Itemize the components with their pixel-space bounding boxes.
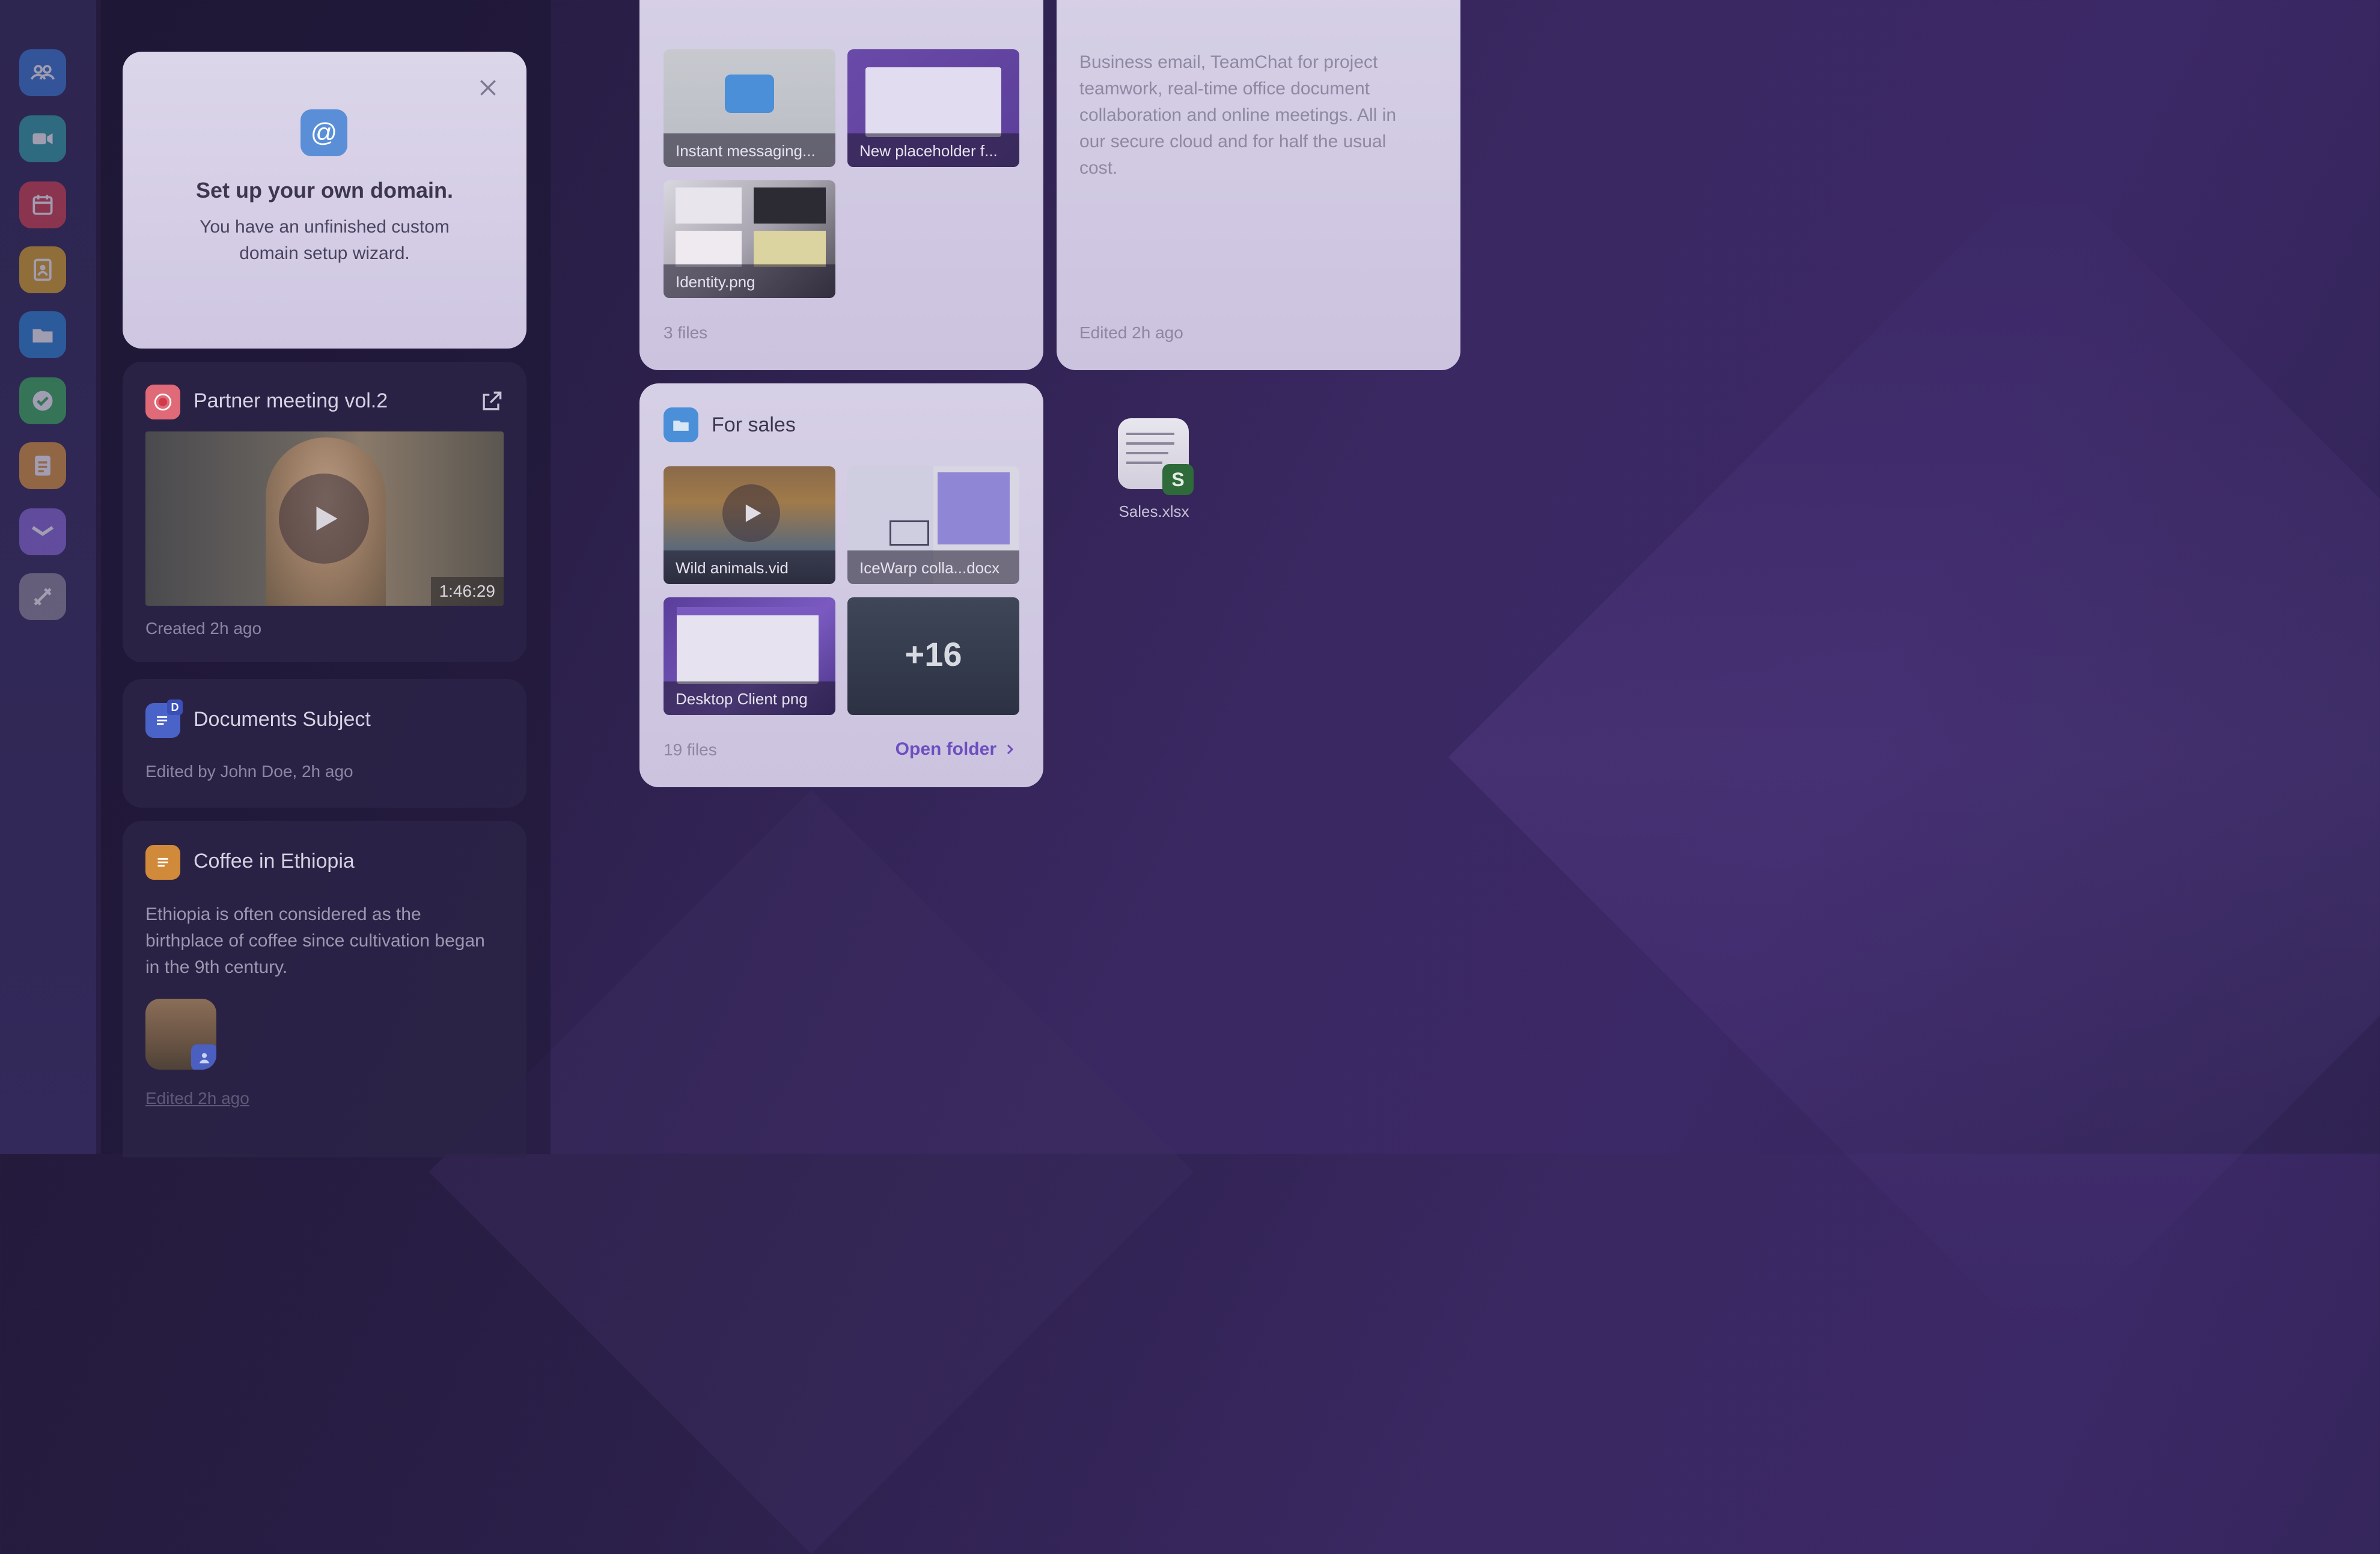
sales-folder-card[interactable]: For sales Wild animals.vid IceWarp colla… [639,383,1043,787]
file-count: 3 files [664,323,708,342]
contact-badge-icon [191,1044,216,1070]
file-label: Identity.png [664,264,835,298]
close-icon[interactable] [476,76,500,100]
desktop-file-sales-xlsx[interactable]: S Sales.xlsx [1106,413,1202,528]
background-sheen [1448,162,2380,1352]
calendar-icon[interactable] [19,181,66,228]
file-label: New placeholder f... [847,133,1019,167]
tasks-icon[interactable] [19,377,66,424]
file-thumb-new-placeholder[interactable]: New placeholder f... [847,49,1019,167]
folder-icon [664,407,698,442]
coffee-title: Coffee in Ethiopia [194,850,355,873]
meeting-meta: Created 2h ago [145,619,262,638]
open-folder-link[interactable]: Open folder [896,739,1017,760]
mail-icon[interactable] [19,508,66,555]
external-link-icon[interactable] [478,388,505,415]
document-badge: D [167,699,183,715]
domain-setup-card[interactable]: @ Set up your own domain. You have an un… [123,52,526,349]
play-icon[interactable] [279,474,369,564]
meeting-card[interactable]: Partner meeting vol.2 1:46:29 Created 2h… [123,362,526,662]
chevron-right-icon [1007,744,1014,755]
desktop-file-label: Sales.xlsx [1118,502,1189,520]
more-files-tile[interactable]: +16 [847,597,1019,715]
file-label: IceWarp colla...docx [847,550,1019,584]
files-folder-card[interactable]: Instant messaging... New placeholder f..… [639,0,1043,370]
coffee-body: Ethiopia is often considered as the birt… [145,904,485,977]
documents-card[interactable]: D Documents Subject Edited by John Doe, … [123,679,526,808]
play-icon[interactable] [722,484,780,542]
addressbook-icon[interactable] [19,246,66,293]
domain-card-title: Set up your own domain. [195,178,453,203]
spreadsheet-badge: S [1162,464,1194,495]
file-count: 19 files [664,740,717,759]
note-meta: Edited 2h ago [1079,323,1183,342]
tools-icon[interactable] [19,573,66,620]
folder-icon [725,75,774,113]
open-folder-label: Open folder [895,739,996,759]
coffee-image[interactable] [145,999,216,1070]
contacts-icon[interactable] [19,49,66,96]
file-label: Instant messaging... [664,133,835,167]
note-body: Business email, TeamChat for project tea… [1079,52,1397,178]
file-thumb-icewarp-collab[interactable]: IceWarp colla...docx [847,466,1019,584]
file-thumb-wild-animals[interactable]: Wild animals.vid [664,466,835,584]
video-icon[interactable] [19,115,66,162]
note-card[interactable]: Business email, TeamChat for project tea… [1057,0,1460,370]
file-thumb-instant-messaging[interactable]: Instant messaging... [664,49,835,167]
file-label: Desktop Client png [664,681,835,715]
file-label: Wild animals.vid [664,550,835,584]
meeting-title: Partner meeting vol.2 [194,389,388,412]
documents-meta: Edited by John Doe, 2h ago [145,762,353,781]
meeting-video-thumbnail[interactable]: 1:46:29 [145,431,504,606]
record-icon [145,385,180,419]
more-files-count: +16 [905,635,962,673]
file-thumb-desktop-client[interactable]: Desktop Client png [664,597,835,715]
domain-card-body: You have an unfinished custom domain set… [200,217,450,263]
coffee-meta: Edited 2h ago [145,1089,249,1108]
documents-title: Documents Subject [194,708,371,731]
coffee-card[interactable]: Coffee in Ethiopia Ethiopia is often con… [123,821,526,1157]
notes-icon [145,845,180,880]
notes-icon[interactable] [19,442,66,489]
file-thumb-identity[interactable]: Identity.png [664,180,835,298]
video-duration: 1:46:29 [430,577,504,606]
folder-title: For sales [712,413,796,436]
files-icon[interactable] [19,311,66,358]
at-icon: @ [301,109,347,156]
app-rail [0,0,96,1154]
